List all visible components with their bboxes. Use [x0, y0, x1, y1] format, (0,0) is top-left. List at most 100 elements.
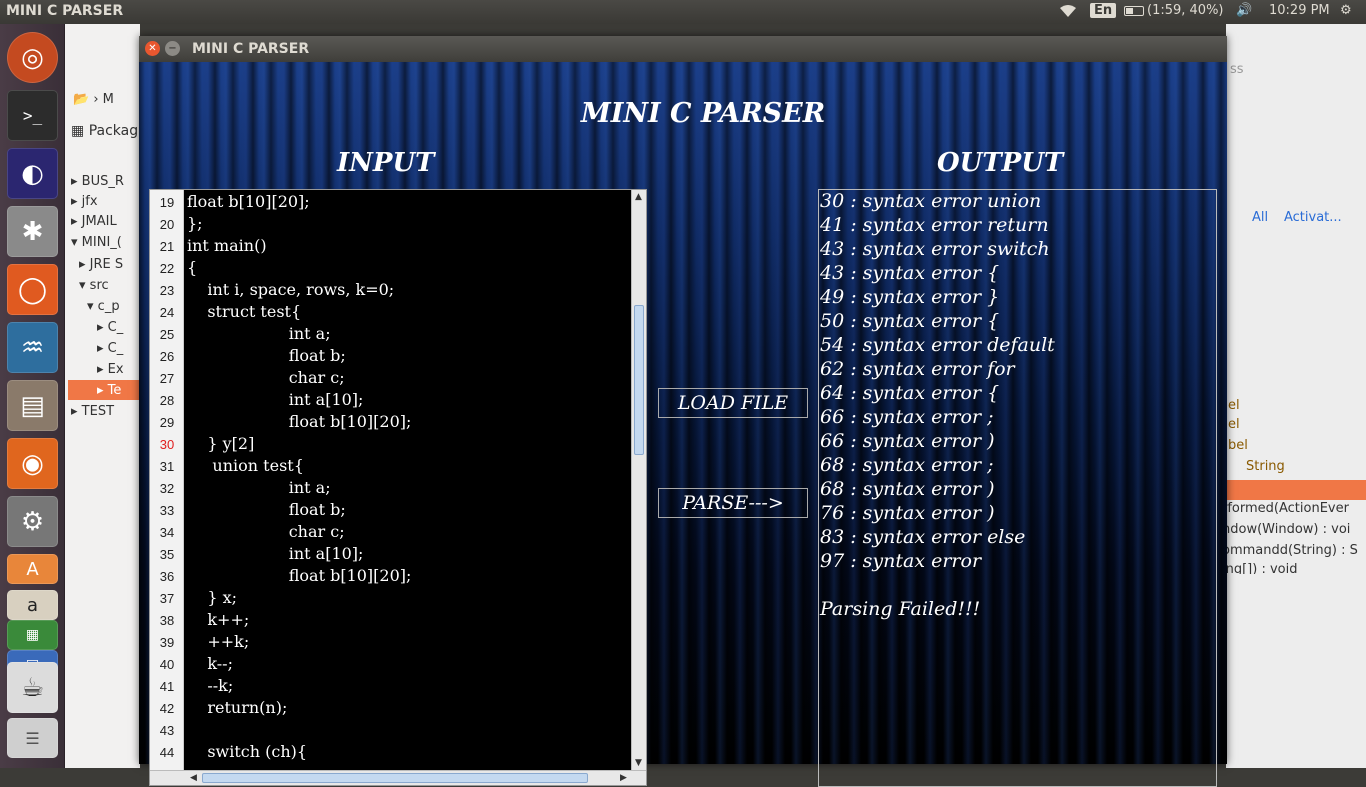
vertical-scrollbar[interactable]: ▲ ▼: [631, 190, 646, 770]
code-line[interactable]: float b[10][20];: [187, 566, 412, 585]
tree-item[interactable]: ▸ Te: [97, 383, 121, 398]
tree-item[interactable]: ▸ TEST: [71, 404, 114, 419]
terminal-icon[interactable]: >_: [7, 90, 58, 141]
code-line[interactable]: switch (ch){: [187, 742, 307, 761]
quick-access-input[interactable]: ss: [1230, 62, 1244, 77]
code-line[interactable]: int a;: [187, 478, 331, 497]
code-line[interactable]: --k;: [187, 676, 233, 695]
eclipse-icon[interactable]: ◐: [7, 148, 58, 199]
outline-item[interactable]: el: [1228, 398, 1240, 413]
horizontal-scrollbar[interactable]: ◀ ▶: [150, 770, 646, 785]
files-icon[interactable]: ▤: [7, 380, 58, 431]
outline-item[interactable]: ommandd(String) : S: [1226, 543, 1358, 558]
software-center-icon[interactable]: A: [7, 554, 58, 584]
breadcrumb-activate[interactable]: Activat...: [1284, 210, 1342, 225]
code-line[interactable]: int a[10];: [187, 544, 364, 563]
outline-item[interactable]: String: [1246, 459, 1285, 474]
code-line[interactable]: k--;: [187, 654, 233, 673]
tree-item[interactable]: ▸ jfx: [71, 194, 98, 209]
code-line[interactable]: {: [187, 258, 197, 277]
tree-item[interactable]: ▾ src: [79, 278, 109, 293]
code-line[interactable]: int main(): [187, 236, 267, 255]
vertical-scroll-thumb[interactable]: [634, 305, 644, 455]
tree-item[interactable]: ▸ Ex: [97, 362, 124, 377]
code-line[interactable]: };: [187, 214, 203, 233]
code-line[interactable]: ++k;: [187, 632, 249, 651]
page-title: MINI C PARSER: [580, 98, 826, 129]
breadcrumb[interactable]: 📂 › M: [73, 92, 114, 107]
code-line[interactable]: float b[10][20];: [187, 412, 412, 431]
tree-item[interactable]: ▾ c_p: [87, 299, 120, 314]
code-line[interactable]: int a[10];: [187, 390, 364, 409]
eclipse-outline-panel: ss All Activat... el el bel String rform…: [1226, 24, 1366, 768]
tab-package-explorer[interactable]: ▦ Packag: [71, 123, 138, 139]
outline-item[interactable]: el: [1228, 417, 1240, 432]
code-line[interactable]: } x;: [187, 588, 237, 607]
code-line[interactable]: union test{: [187, 456, 303, 475]
java-icon[interactable]: ☕: [7, 662, 58, 713]
output-line: 41 : syntax error return: [820, 214, 1049, 236]
code-line[interactable]: int a;: [187, 324, 331, 343]
tree-item[interactable]: ▸ BUS_R: [71, 174, 124, 189]
close-icon[interactable]: ✕: [145, 41, 160, 56]
minimize-icon[interactable]: −: [165, 41, 180, 56]
line-number: 28: [159, 393, 175, 408]
code-line[interactable]: struct test{: [187, 302, 301, 321]
spreadsheet-icon[interactable]: ▦: [7, 620, 58, 650]
outline-item[interactable]: ing[]) : void: [1226, 562, 1297, 574]
code-line[interactable]: float b[10][20];: [187, 192, 310, 211]
scroll-left-icon[interactable]: ◀: [190, 773, 197, 783]
window-titlebar[interactable]: ✕ − MINI C PARSER: [139, 36, 1227, 62]
volume-icon[interactable]: 🔊: [1236, 3, 1252, 18]
mysql-icon[interactable]: ♒: [7, 322, 58, 373]
code-line[interactable]: char c;: [187, 522, 345, 541]
output-line: 66 : syntax error ;: [820, 406, 994, 428]
code-line[interactable]: float b;: [187, 346, 346, 365]
tree-item[interactable]: ▸ C_: [97, 341, 123, 356]
code-editor[interactable]: 19 20 21 22 23 24 25 26 27 28 29 30 31 32 33 34 35 36 37 38…: [149, 189, 647, 786]
scroll-right-icon[interactable]: ▶: [620, 773, 627, 783]
battery-indicator[interactable]: (1:59, 40%): [1124, 3, 1224, 18]
code-line[interactable]: float b;: [187, 500, 346, 519]
load-file-button[interactable]: LOAD FILE: [658, 388, 808, 418]
tree-item[interactable]: ▸ JMAIL: [71, 214, 117, 229]
keyboard-layout-indicator[interactable]: En: [1090, 3, 1117, 18]
ubuntu-one-icon[interactable]: ◯: [7, 264, 58, 315]
horizontal-scroll-thumb[interactable]: [202, 773, 588, 783]
system-settings-icon[interactable]: ⚙: [7, 496, 58, 547]
clock[interactable]: 10:29 PM: [1269, 3, 1330, 18]
outline-item[interactable]: rformed(ActionEver: [1226, 501, 1349, 516]
line-number: 25: [159, 327, 175, 342]
breadcrumb-all[interactable]: All: [1252, 210, 1268, 225]
scroll-down-icon[interactable]: ▼: [635, 758, 642, 768]
output-line: 68 : syntax error ): [820, 478, 995, 500]
outline-item[interactable]: ndow(Window) : voi: [1226, 522, 1350, 537]
ubuntu-dash-icon[interactable]: ◎: [7, 32, 58, 83]
parse-button[interactable]: PARSE--->: [658, 488, 808, 518]
web-icon[interactable]: ✱: [7, 206, 58, 257]
tree-item[interactable]: ▸ JRE S: [79, 257, 123, 272]
wifi-icon[interactable]: [1058, 3, 1078, 23]
battery-icon: [1124, 5, 1144, 16]
tree-item[interactable]: ▸ C_: [97, 320, 123, 335]
scroll-up-icon[interactable]: ▲: [635, 192, 642, 202]
output-line: 68 : syntax error ;: [820, 454, 994, 476]
code-line[interactable]: } y[2]: [187, 434, 254, 453]
line-number: 21: [159, 239, 175, 254]
code-line[interactable]: k++;: [187, 610, 249, 629]
gear-icon[interactable]: ⚙: [1340, 3, 1352, 18]
line-number: 42: [159, 701, 175, 716]
tree-item[interactable]: ▾ MINI_(: [71, 235, 122, 250]
firefox-icon[interactable]: ◉: [7, 438, 58, 489]
amazon-icon[interactable]: a: [7, 590, 58, 620]
output-line: 43 : syntax error switch: [820, 238, 1050, 260]
code-line[interactable]: return(n);: [187, 698, 287, 717]
stack-icon[interactable]: ☰: [7, 718, 58, 758]
launcher: ◎ >_ ◐ ✱ ◯ ♒ ▤ ◉ ⚙ A a ▦ ▤ ☕ ☰: [0, 24, 65, 768]
output-panel[interactable]: 30 : syntax error union 41 : syntax error…: [818, 189, 1217, 787]
outline-item[interactable]: bel: [1228, 438, 1248, 453]
line-number: 20: [159, 217, 175, 232]
code-line[interactable]: char c;: [187, 368, 345, 387]
code-line[interactable]: int i, space, rows, k=0;: [187, 280, 394, 299]
output-line: 83 : syntax error else: [820, 526, 1026, 548]
